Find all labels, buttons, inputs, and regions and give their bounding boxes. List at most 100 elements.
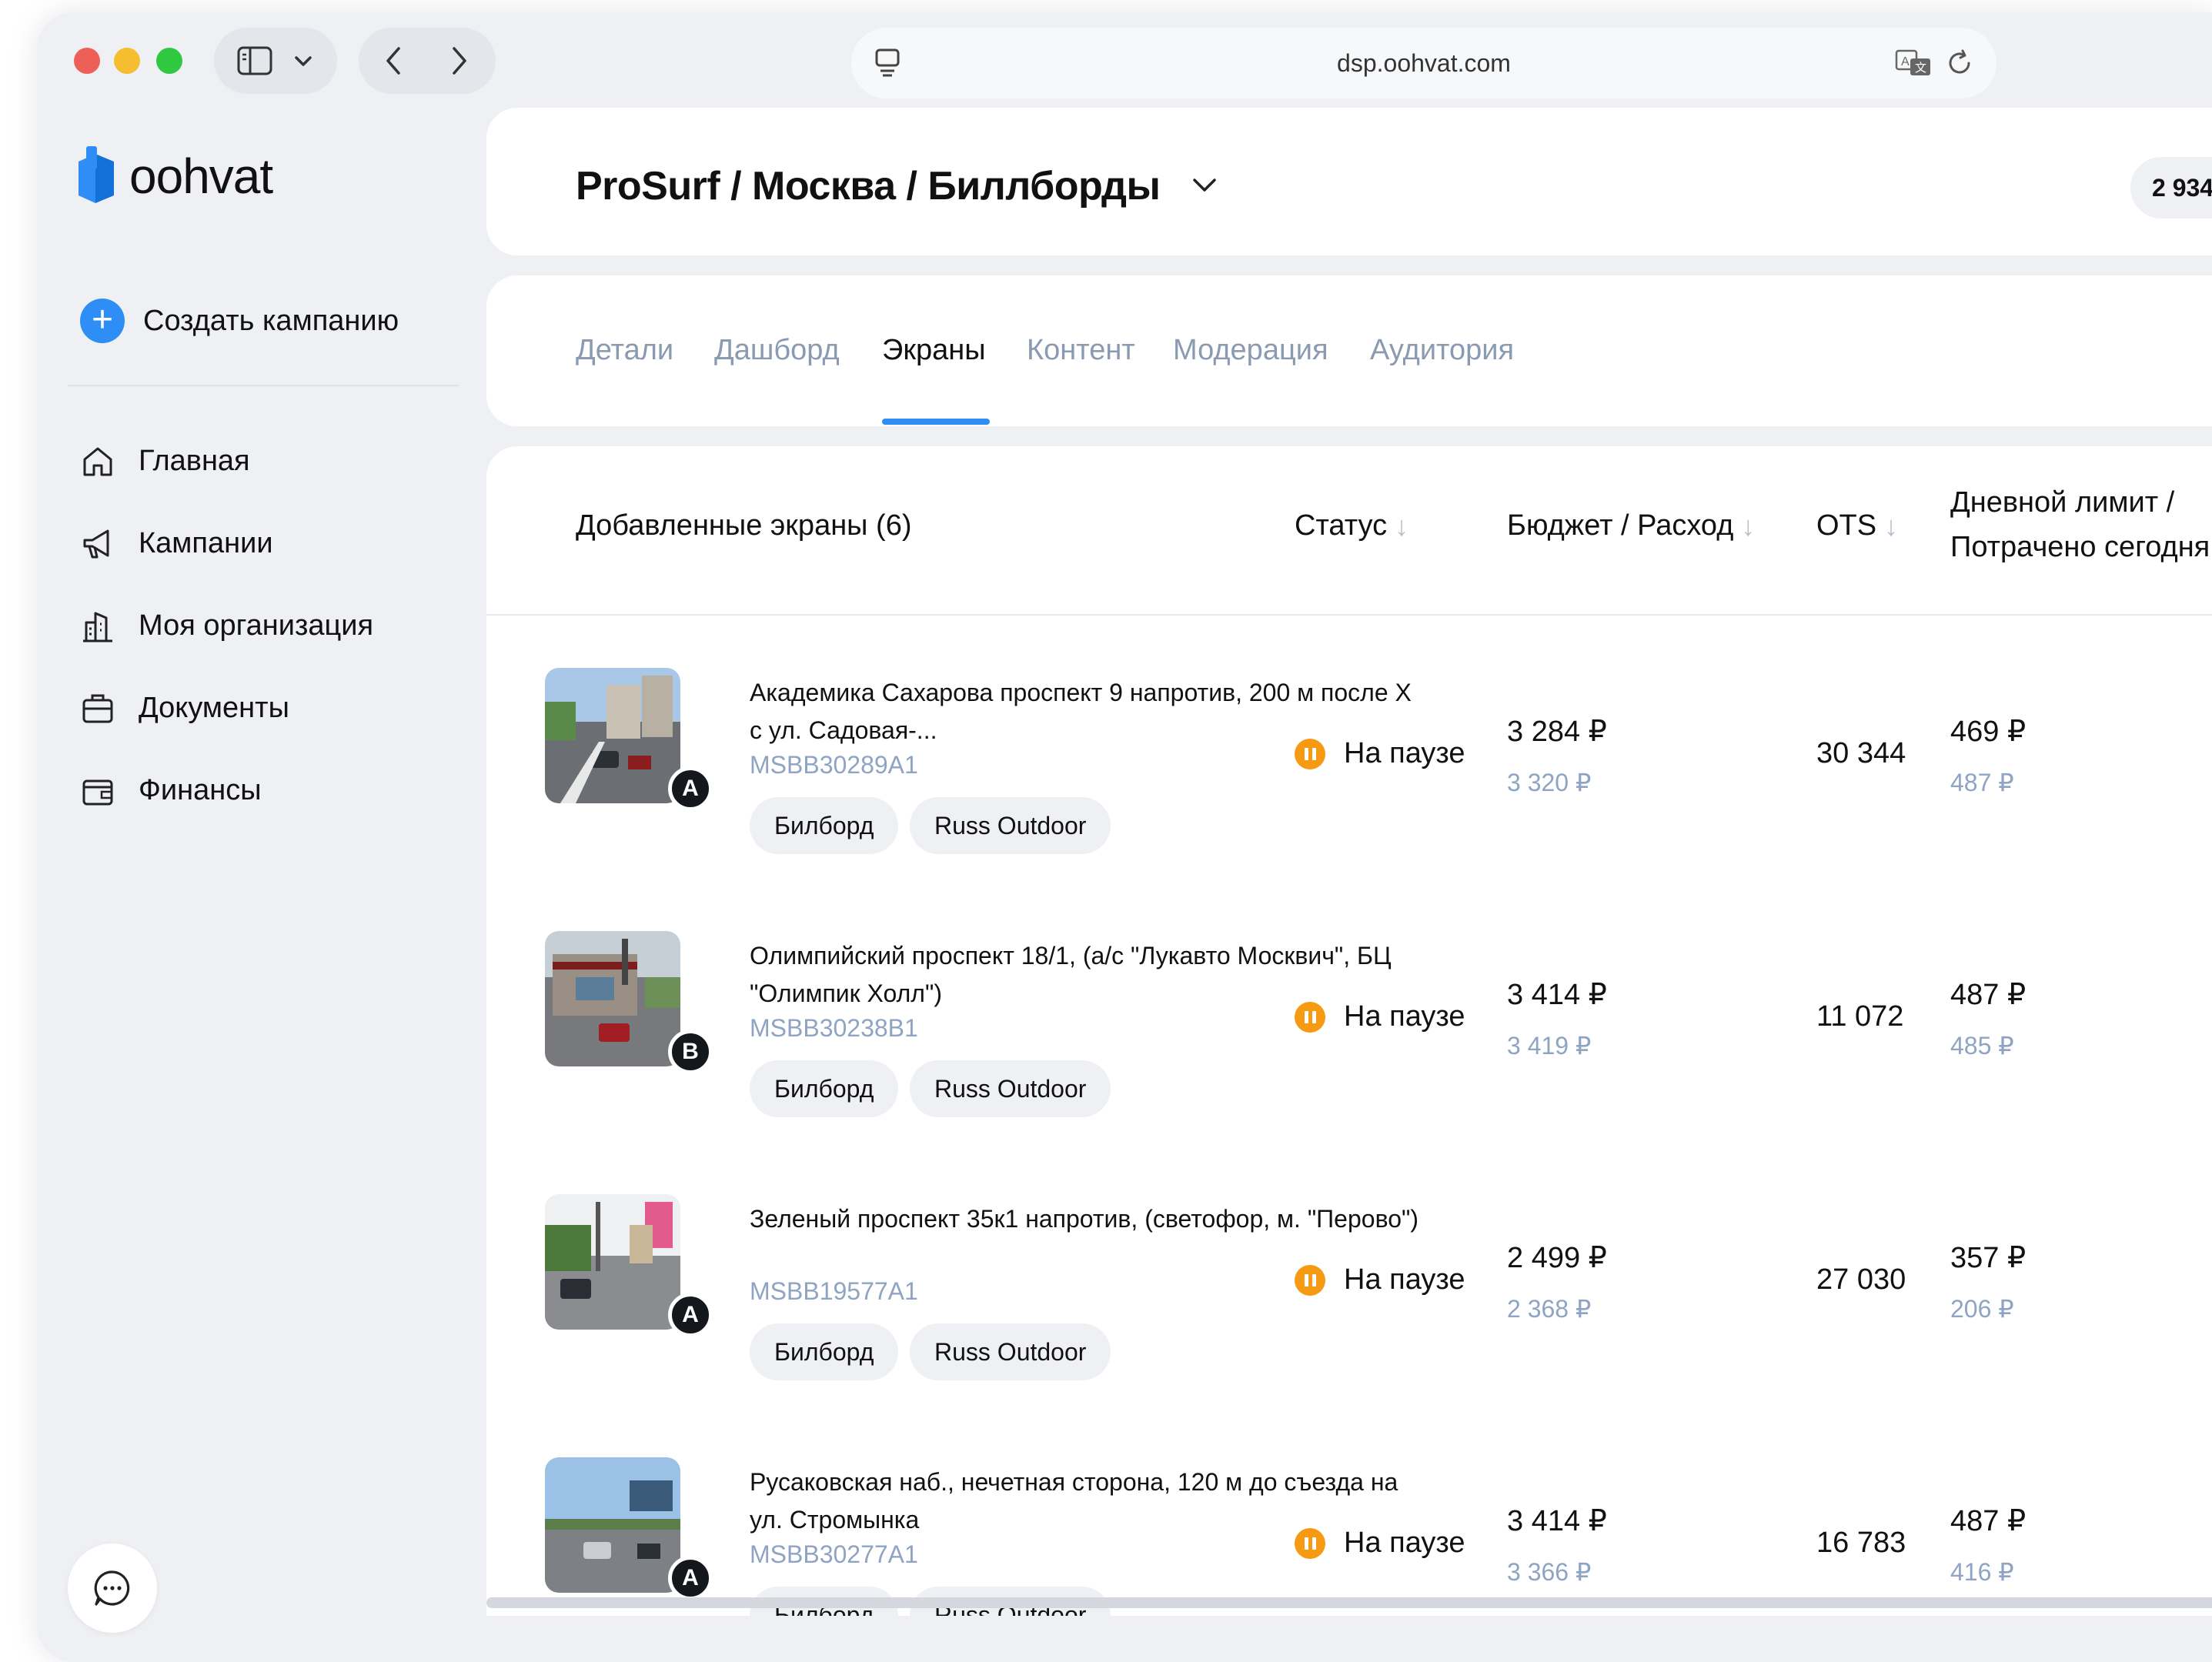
- reload-icon[interactable]: [1946, 49, 1973, 81]
- tag-chip: Билборд: [750, 1060, 899, 1117]
- translate-icon[interactable]: A文: [1895, 48, 1932, 82]
- chat-icon: [94, 1570, 130, 1606]
- back-arrow-icon[interactable]: [365, 32, 422, 89]
- sort-arrow-icon: ↓: [1884, 509, 1899, 542]
- side-badge: B: [668, 1030, 713, 1074]
- tab-content[interactable]: Контент: [1027, 334, 1135, 367]
- screen-thumbnail[interactable]: [545, 668, 680, 803]
- screen-code: MSBB19577A1: [750, 1277, 918, 1305]
- screen-thumbnail[interactable]: [545, 1194, 680, 1330]
- sort-arrow-icon: ↓: [1741, 509, 1756, 542]
- briefcase-icon: [82, 694, 113, 723]
- sidebar-item-label: Главная: [139, 445, 250, 477]
- sidebar-item-label: Финансы: [139, 774, 262, 806]
- tab-screens[interactable]: Экраны: [882, 334, 986, 367]
- tab-dashboard[interactable]: Дашборд: [714, 334, 840, 367]
- browser-toolbar: dsp.oohvat.com A文: [37, 12, 2212, 108]
- building-icon: [83, 612, 112, 642]
- maximize-window-button[interactable]: [156, 48, 182, 74]
- create-campaign-button[interactable]: + Создать кампанию: [80, 299, 399, 343]
- budget-value: 3 414 ₽: [1507, 979, 1607, 1011]
- url-text: dsp.oohvat.com: [1337, 49, 1511, 77]
- budget-value: 3 414 ₽: [1507, 1505, 1607, 1537]
- sidebar-item-label: Документы: [139, 692, 289, 724]
- status-text: На паузе: [1344, 1000, 1465, 1033]
- browser-window: dsp.oohvat.com A文 oohvat + Создать кампа…: [37, 12, 2212, 1662]
- status-cell: На паузе: [1295, 1000, 1465, 1033]
- tabs-bar: Детали Дашборд Экраны Контент Модерация …: [486, 275, 2212, 426]
- address-bar[interactable]: dsp.oohvat.com A文: [851, 28, 1996, 98]
- chevron-down-icon[interactable]: [280, 32, 326, 89]
- sidebar-item-documents[interactable]: Документы: [80, 667, 373, 749]
- forward-arrow-icon[interactable]: [431, 32, 488, 89]
- screen-code: MSBB30277A1: [750, 1540, 918, 1568]
- header-divider: [486, 614, 2212, 616]
- column-header-label: Дневной лимит /: [1950, 486, 2175, 519]
- table-row[interactable]: A Академика Сахарова проспект 9 напротив…: [486, 668, 2212, 929]
- daily-limit-value: 487 ₽: [1950, 979, 2027, 1011]
- daily-limit-value: 487 ₽: [1950, 1505, 2027, 1537]
- sidebar-item-campaigns[interactable]: Кампании: [80, 502, 373, 585]
- sidebar-item-organization[interactable]: Моя организация: [80, 585, 373, 667]
- support-chat-button[interactable]: [68, 1544, 157, 1633]
- plus-icon: +: [80, 299, 125, 343]
- spent-value: 2 368 ₽: [1507, 1295, 1592, 1323]
- spent-value: 3 366 ₽: [1507, 1558, 1592, 1586]
- spent-today-value: 416 ₽: [1950, 1558, 2014, 1586]
- chevron-down-icon[interactable]: [1191, 177, 1218, 198]
- column-header-screens: Добавленные экраны (6): [576, 509, 912, 542]
- sidebar-item-label: Кампании: [139, 527, 273, 559]
- column-header-daily-limit[interactable]: Дневной лимит / Потрачено сегодня: [1950, 480, 2210, 569]
- table-row[interactable]: B Олимпийский проспект 18/1, (а/с "Лукав…: [486, 931, 2212, 1193]
- svg-text:A: A: [1901, 55, 1910, 68]
- horizontal-scrollbar[interactable]: [486, 1597, 2212, 1608]
- svg-text:文: 文: [1915, 62, 1926, 75]
- close-window-button[interactable]: [74, 48, 100, 74]
- tag-chip: Russ Outdoor: [910, 1323, 1111, 1380]
- budget-value: 2 499 ₽: [1507, 1242, 1607, 1274]
- status-cell: На паузе: [1295, 1263, 1465, 1297]
- table-row[interactable]: A Зеленый проспект 35к1 напротив, (свето…: [486, 1194, 2212, 1456]
- column-header-label: Потрачено сегодня: [1950, 531, 2210, 563]
- screen-code: MSBB30238B1: [750, 1014, 918, 1042]
- sidebar-item-label: Моя организация: [139, 609, 374, 642]
- sidebar-item-finance[interactable]: Финансы: [80, 749, 373, 832]
- table-row[interactable]: A Русаковская наб., нечетная сторона, 12…: [486, 1457, 2212, 1616]
- column-header-budget[interactable]: Бюджет / Расход ↓: [1507, 509, 1755, 542]
- status-text: На паузе: [1344, 1527, 1465, 1559]
- sidebar-toggle-icon[interactable]: [226, 32, 283, 89]
- tab-details[interactable]: Детали: [576, 334, 673, 367]
- sidebar-nav: Главная Кампании Моя организация Докумен…: [80, 420, 373, 832]
- status-text: На паузе: [1344, 737, 1465, 769]
- ots-value: 30 344: [1816, 737, 1906, 769]
- pause-icon: [1295, 1264, 1325, 1296]
- megaphone-icon: [83, 529, 109, 558]
- ots-value: 27 030: [1816, 1263, 1906, 1296]
- screens-table: Добавленные экраны (6) Статус ↓ Бюджет /…: [486, 446, 2212, 1616]
- brand-logo[interactable]: oohvat: [74, 146, 273, 206]
- tab-audience[interactable]: Аудитория: [1370, 334, 1514, 367]
- column-header-status[interactable]: Статус ↓: [1295, 509, 1408, 542]
- minimize-window-button[interactable]: [114, 48, 140, 74]
- column-header-ots[interactable]: OTS ↓: [1816, 509, 1898, 542]
- budget-value: 3 284 ₽: [1507, 716, 1607, 748]
- tab-moderation[interactable]: Модерация: [1173, 334, 1328, 367]
- tag-chip: Билборд: [750, 1323, 899, 1380]
- balance-badge[interactable]: 2 934,19: [2130, 157, 2212, 219]
- status-text: На паузе: [1344, 1263, 1465, 1296]
- home-icon: [83, 447, 112, 476]
- create-campaign-label: Создать кампанию: [143, 304, 399, 337]
- logo-text: oohvat: [129, 149, 273, 204]
- spent-value: 3 320 ₽: [1507, 769, 1592, 796]
- ots-value: 16 783: [1816, 1527, 1906, 1559]
- side-badge: A: [668, 1556, 713, 1600]
- screen-thumbnail[interactable]: [545, 1457, 680, 1593]
- tag-chip: Russ Outdoor: [910, 797, 1111, 854]
- sidebar-item-home[interactable]: Главная: [80, 420, 373, 502]
- ots-value: 11 072: [1816, 1000, 1904, 1033]
- status-cell: На паузе: [1295, 1527, 1465, 1560]
- spent-today-value: 206 ₽: [1950, 1295, 2014, 1323]
- screen-code: MSBB30289A1: [750, 751, 918, 779]
- screen-address[interactable]: Зеленый проспект 35к1 напротив, (светофо…: [750, 1200, 1427, 1238]
- screen-thumbnail[interactable]: [545, 931, 680, 1066]
